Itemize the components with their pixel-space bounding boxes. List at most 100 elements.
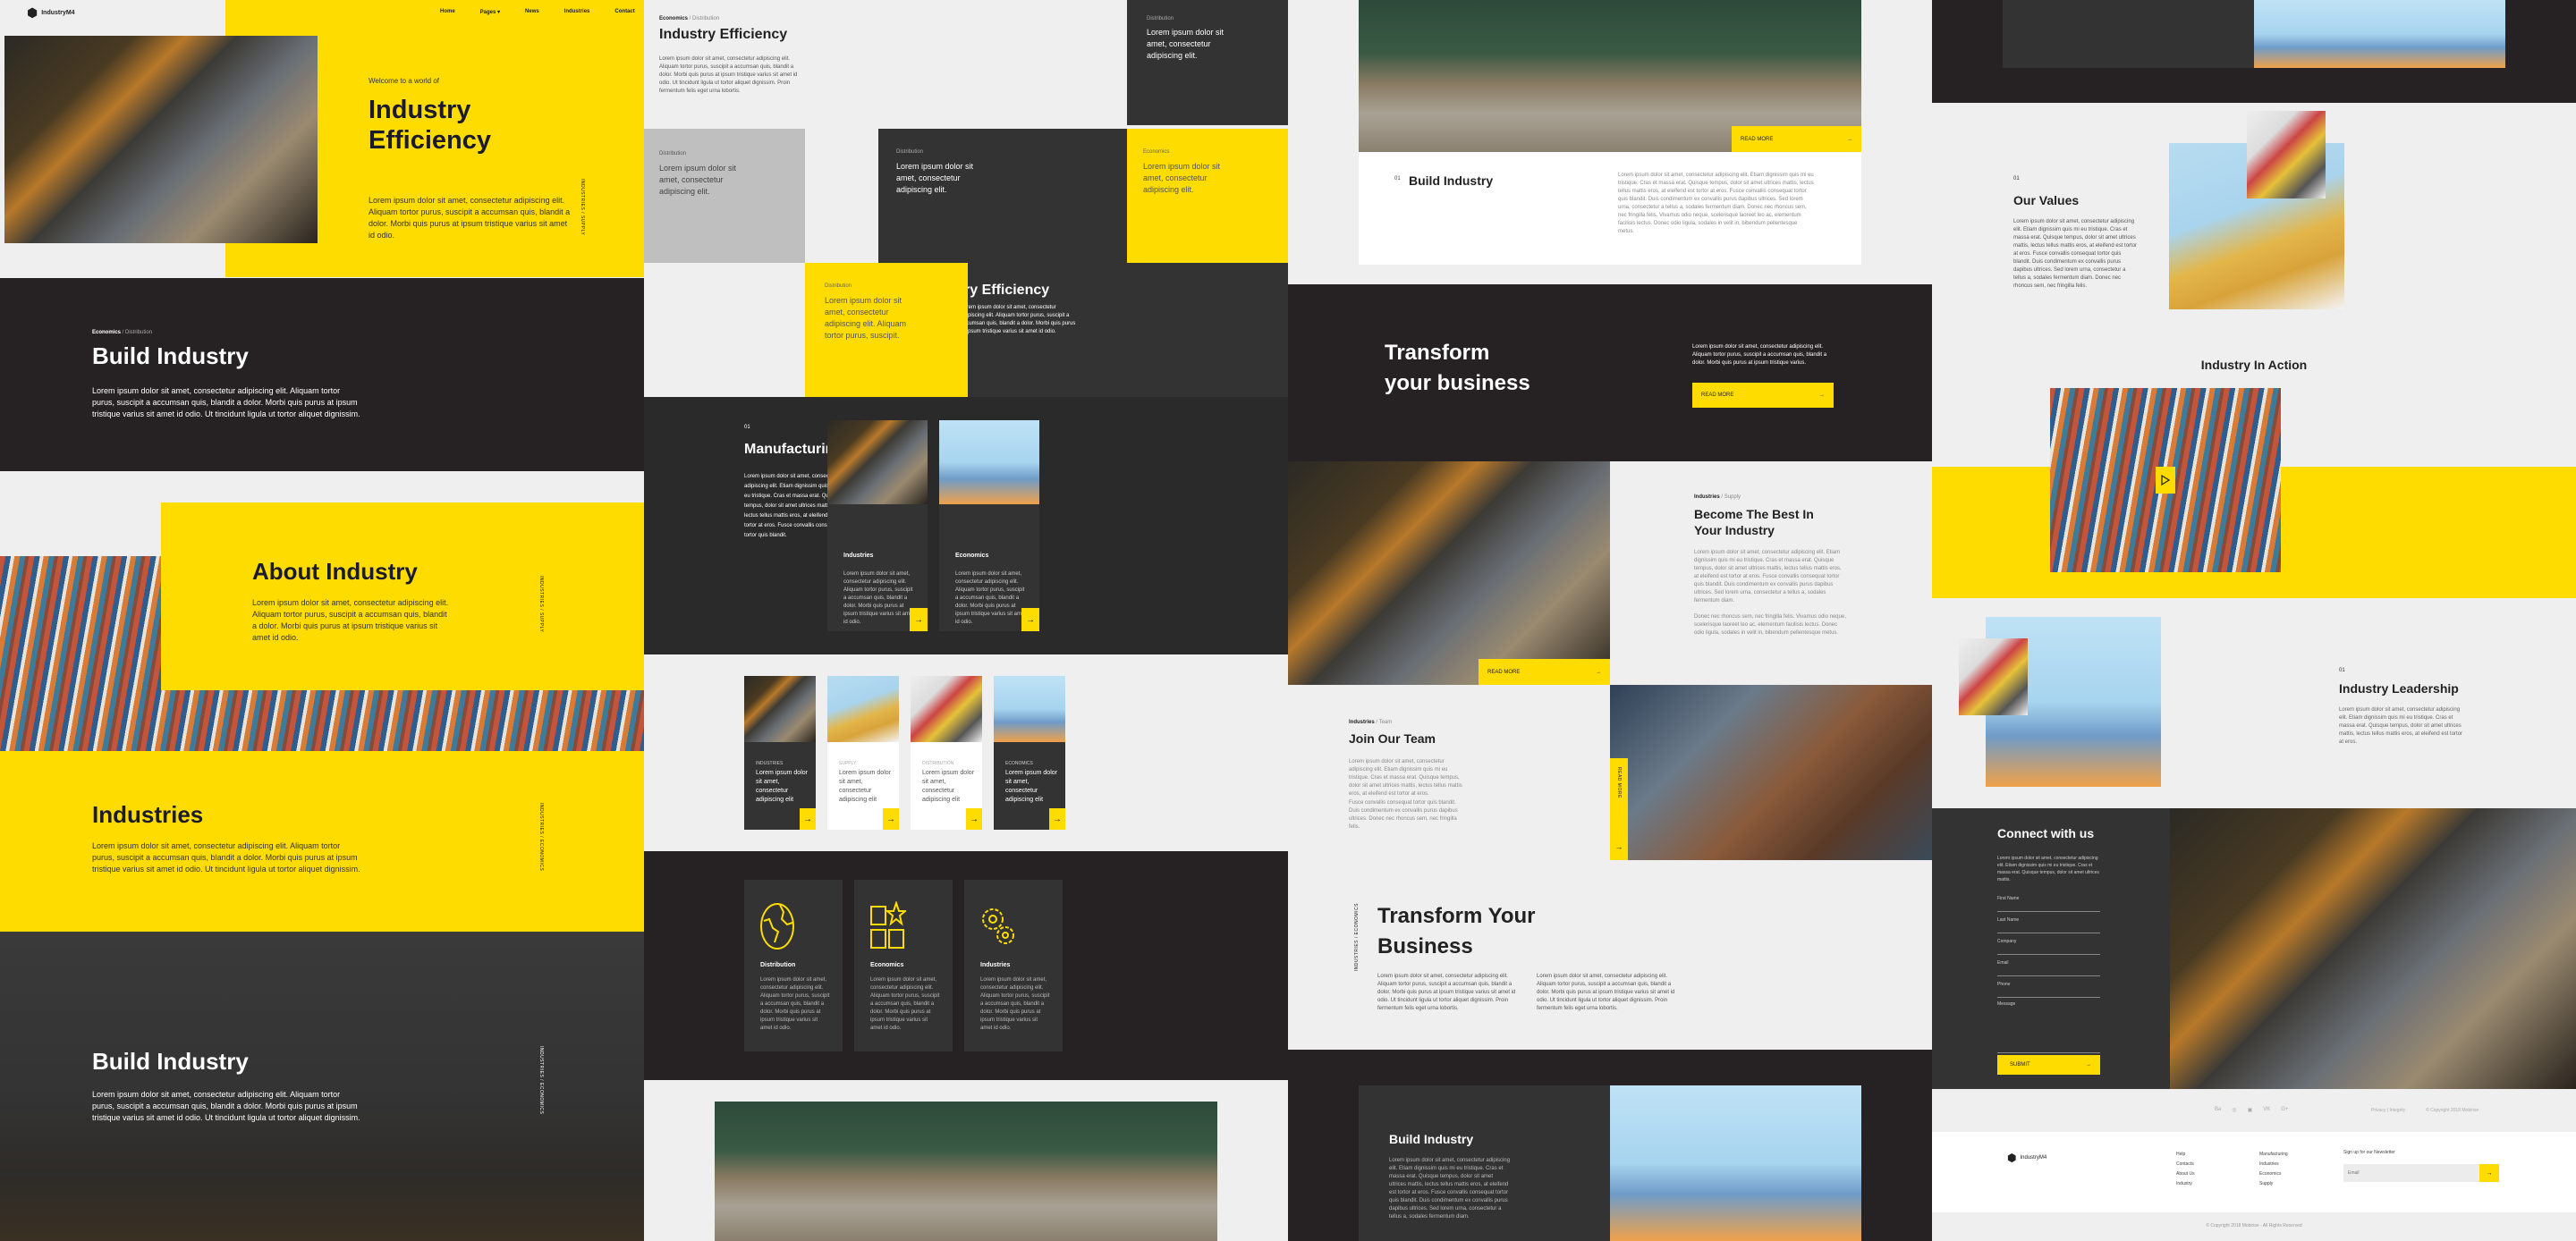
behance-icon[interactable]: Bə: [2215, 1107, 2221, 1113]
footer-link-manufacturing[interactable]: Manufacturing: [2259, 1150, 2288, 1160]
small-card[interactable]: SUPPLY Lorem ipsum dolor sit amet, conse…: [827, 676, 899, 830]
tile-label: Distribution: [896, 149, 924, 155]
footer-brand-name: IndustryM4: [2020, 1155, 2047, 1161]
dribbble-icon[interactable]: ◎: [2232, 1107, 2236, 1113]
leadership-saw-image: [1959, 638, 2028, 715]
build-dark-title: Build Industry: [1389, 1132, 1474, 1146]
refinery-title: Build Industry: [92, 1048, 249, 1075]
read-more-label: READ MORE: [1487, 669, 1521, 675]
arrow-right-icon: →: [970, 814, 979, 824]
team-read-more-button[interactable]: READ MORE →: [1610, 758, 1628, 860]
card-text: Lorem ipsum dolor sit amet, consectetur …: [843, 571, 915, 625]
about-title: About Industry: [252, 558, 418, 585]
small-card[interactable]: INDUSTRIES Lorem ipsum dolor sit amet, c…: [744, 676, 816, 830]
about-text: Lorem ipsum dolor sit amet, consectetur …: [252, 598, 449, 642]
become-image: [1288, 461, 1610, 685]
footer-link-economics[interactable]: Economics: [2259, 1169, 2288, 1179]
email-field[interactable]: Email: [1997, 955, 2100, 976]
manufacturing-card-economics[interactable]: Economics Lorem ipsum dolor sit amet, co…: [939, 420, 1039, 631]
transform-text: Lorem ipsum dolor sit amet, consectetur …: [1692, 344, 1827, 366]
card-arrow-button[interactable]: →: [910, 608, 928, 631]
footer-link-about[interactable]: About Us: [2176, 1169, 2195, 1179]
transform-read-more-button[interactable]: READ MORE →: [1692, 383, 1834, 408]
google-plus-icon[interactable]: G+: [2281, 1107, 2288, 1113]
about-vertical-label: INDUSTRIES / SUPPLY: [538, 576, 544, 633]
message-field[interactable]: Message: [1997, 998, 2100, 1053]
eff-breadcrumb: Economics / Distribution: [659, 16, 720, 21]
card-title: Economics: [955, 553, 989, 559]
eff-text: Lorem ipsum dolor sit amet, consectetur …: [659, 56, 798, 94]
privacy-link[interactable]: Privacy | Integrity: [2371, 1108, 2405, 1113]
manufacturing-card-industries[interactable]: Industries Lorem ipsum dolor sit amet, c…: [827, 420, 928, 631]
play-button[interactable]: [2156, 467, 2175, 494]
arrow-right-icon: →: [1819, 393, 1825, 398]
small-card[interactable]: ECONOMICS Lorem ipsum dolor sit amet, co…: [994, 676, 1065, 830]
values-text: Lorem ipsum dolor sit amet, consectetur …: [2013, 219, 2138, 289]
industries-section: Industries Lorem ipsum dolor sit amet, c…: [0, 751, 644, 932]
gears-icon: [982, 908, 1014, 944]
submit-button[interactable]: SUBMIT →: [1997, 1055, 2100, 1075]
nav-contact[interactable]: Contact: [614, 9, 634, 15]
build-breadcrumb: Economics / Distribution: [92, 330, 153, 335]
nav-pages[interactable]: Pages ▾: [480, 9, 500, 15]
hero-text: Lorem ipsum dolor sit amet, consectetur …: [369, 196, 571, 240]
card-arrow-button[interactable]: →: [966, 808, 982, 830]
brand-name: IndustryM4: [41, 10, 75, 16]
nav-home[interactable]: Home: [440, 9, 455, 15]
about-yellow-panel: About Industry Lorem ipsum dolor sit ame…: [161, 502, 644, 690]
footer-link-industry[interactable]: Industry: [2176, 1179, 2195, 1189]
arrow-right-icon: →: [914, 614, 923, 625]
become-title: Become The Best In Your Industry: [1694, 507, 1814, 537]
card-arrow-button[interactable]: →: [883, 808, 899, 830]
connect-text: Lorem ipsum dolor sit amet, consectetur …: [1997, 856, 2099, 882]
feature-title: Industries: [980, 962, 1011, 968]
newsletter-email-input[interactable]: [2343, 1164, 2479, 1182]
nav-industries[interactable]: Industries: [564, 9, 590, 15]
hero-kicker: Welcome to a world of: [369, 77, 439, 85]
vk-icon[interactable]: VK: [2263, 1107, 2270, 1113]
build-title: Build Industry: [92, 342, 249, 369]
tile-text: Lorem ipsum dolor sit amet, consectetur …: [896, 162, 974, 194]
card-image: [827, 420, 928, 504]
arrow-right-icon: →: [886, 814, 895, 824]
connect-title: Connect with us: [1997, 826, 2095, 840]
card-image: [744, 676, 816, 742]
card-image: [827, 676, 899, 742]
footer-link-contacts[interactable]: Contacts: [2176, 1160, 2195, 1169]
first-name-field[interactable]: First Name: [1997, 891, 2100, 912]
last-name-field[interactable]: Last Name: [1997, 912, 2100, 933]
small-card[interactable]: DISTRIBUTION Lorem ipsum dolor sit amet,…: [911, 676, 982, 830]
brand-logo[interactable]: ⬢ IndustryM4: [27, 5, 75, 21]
transform2-text-1: Lorem ipsum dolor sit amet, consectetur …: [1377, 974, 1516, 1011]
card-arrow-button[interactable]: →: [800, 808, 816, 830]
card-arrow-button[interactable]: →: [1021, 608, 1039, 631]
newsletter-submit-button[interactable]: →: [2479, 1164, 2499, 1182]
read-more-button[interactable]: READ MORE →: [1732, 126, 1861, 152]
footer-link-supply[interactable]: Supply: [2259, 1179, 2288, 1189]
card-text: Lorem ipsum dolor sit amet, consectetur …: [922, 770, 974, 803]
eff-dark-text: Lorem ipsum dolor sit amet, consectetur …: [961, 305, 1076, 334]
footer-brand-logo[interactable]: ⬢ IndustryM4: [2007, 1152, 2046, 1164]
small-cards-row: INDUSTRIES Lorem ipsum dolor sit amet, c…: [744, 676, 1191, 830]
tile-text: Lorem ipsum dolor sit amet, consectetur …: [1147, 28, 1224, 60]
become-read-more-button[interactable]: READ MORE →: [1479, 659, 1610, 685]
footer-link-industries[interactable]: Industries: [2259, 1160, 2288, 1169]
tile-label: Distribution: [1147, 16, 1174, 21]
card-arrow-button[interactable]: →: [1049, 808, 1065, 830]
industries-text: Lorem ipsum dolor sit amet, consectetur …: [92, 841, 360, 874]
footer-link-help[interactable]: Help: [2176, 1150, 2195, 1160]
footer-links-1: Help Contacts About Us Industry: [2176, 1150, 2195, 1189]
nav-news[interactable]: News: [525, 9, 539, 15]
company-field[interactable]: Company: [1997, 933, 2100, 955]
feature-card-economics: Economics Lorem ipsum dolor sit amet, co…: [854, 880, 953, 1051]
phone-field[interactable]: Phone: [1997, 976, 2100, 998]
cubes-logo-icon: ⬢: [27, 5, 38, 20]
build-dark-card: Build Industry Lorem ipsum dolor sit ame…: [1359, 1085, 1610, 1241]
manufacturing-section: 01 Manufacturing Lorem ipsum dolor sit a…: [644, 397, 1288, 654]
team-text-1: Lorem ipsum dolor sit amet, consectetur …: [1349, 759, 1462, 797]
values-title: Our Values: [2013, 193, 2080, 207]
values-number: 01: [2013, 176, 2020, 182]
instagram-icon[interactable]: ▣: [2248, 1107, 2253, 1113]
card-image: [939, 420, 1039, 504]
features-section: Distribution Lorem ipsum dolor sit amet,…: [644, 851, 1288, 1080]
